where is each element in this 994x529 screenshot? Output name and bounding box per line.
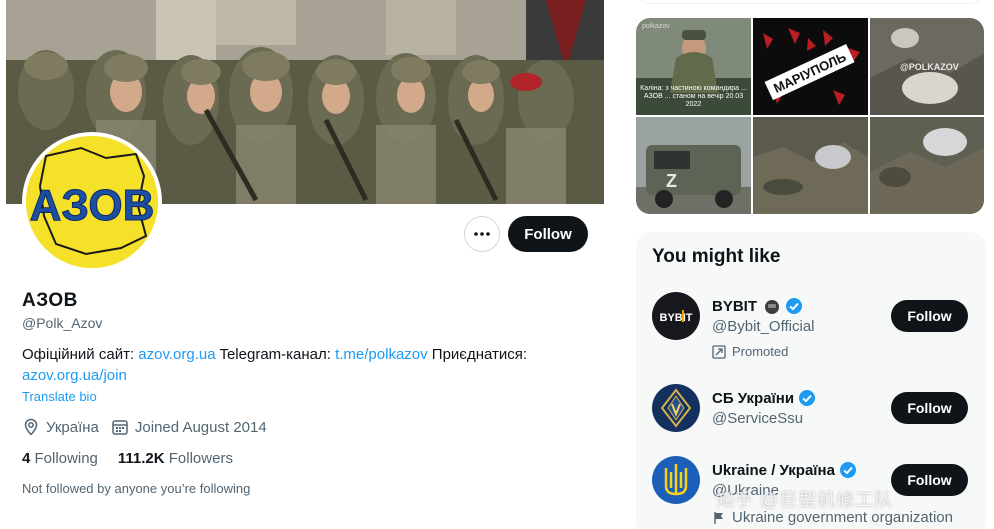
follow-button[interactable]: Follow (508, 216, 588, 252)
follow-counts: 4 Following 111.2K Followers (22, 450, 253, 467)
media-tile-3[interactable]: @POLKAZOV (870, 18, 984, 115)
following-label: Following (30, 450, 98, 467)
suggestion-handle: @ServiceSsu (712, 410, 804, 427)
profile-location: Україна (22, 418, 99, 436)
ukraine-trident-avatar (652, 456, 700, 504)
calendar-icon (112, 420, 128, 435)
verified-badge-icon (839, 462, 856, 478)
verified-badge-icon (799, 390, 816, 406)
suggestion-handle: @Bybit_Official (712, 318, 815, 335)
bio-text-join-label: Приєднатися: (427, 346, 528, 363)
bio-text-telegram-label: Telegram-канал: (215, 346, 336, 363)
mariupol-poster-thumbnail: МАРІУПОЛЬ (753, 18, 868, 115)
suggestion-name[interactable]: Ukraine / Україна (712, 461, 857, 479)
svg-text:Z: Z (666, 171, 677, 191)
profile-handle: @Polk_Azov (22, 315, 103, 331)
bio-link-telegram[interactable]: t.me/polkazov (335, 346, 428, 363)
media-tile-1-caption: Каліна: з частиною командира ... АЗОВ ..… (640, 85, 747, 108)
followers-count: 111.2K (117, 450, 165, 467)
media-tile-5[interactable] (753, 117, 868, 214)
rubble-photo-thumbnail (870, 117, 984, 214)
ruins-photo-thumbnail (753, 117, 868, 214)
suggestion-name[interactable]: BYBIT (712, 297, 803, 315)
azov-logo-avatar: АЗОВ (26, 136, 158, 268)
flag-icon (714, 511, 723, 524)
bio-link-site[interactable]: azov.org.ua (138, 346, 215, 363)
more-options-button[interactable] (464, 216, 500, 252)
media-tile-2[interactable]: МАРІУПОЛЬ (753, 18, 868, 115)
verified-badge-icon (786, 298, 802, 314)
promoted-label: Promoted (712, 344, 788, 359)
promoted-icon (712, 344, 726, 359)
location-pin-icon (24, 418, 38, 436)
profile-panel: АЗОВ Follow АЗОВ @Polk_Azov Офіційний са… (6, 0, 604, 529)
bio-text-site-label: Офіційний сайт: (22, 346, 139, 363)
suggestion-item[interactable]: Ukraine / Україна @Ukraine Ukraine gover… (636, 456, 986, 528)
who-to-follow-panel: You might like BYBIT BYBIT @Bybit_Offici… (636, 232, 986, 529)
media-tile-4[interactable]: Z (636, 117, 751, 214)
media-tile-1-watermark: polkazov (642, 23, 670, 30)
government-label: Ukraine government organization (712, 509, 953, 526)
media-tile-1[interactable]: polkazov Каліна: з частиною командира ..… (636, 18, 751, 115)
translate-bio-link[interactable]: Translate bio (22, 389, 97, 404)
suggestion-follow-button[interactable]: Follow (891, 392, 968, 424)
profile-bio: Офіційний сайт: azov.org.ua Telegram-кан… (22, 344, 582, 386)
suggestion-name[interactable]: СБ України (712, 389, 816, 407)
suggestion-handle: @Ukraine (712, 482, 779, 499)
previous-card-edge (636, 0, 984, 4)
media-tile-3-watermark: @POLKAZOV (900, 62, 959, 72)
profile-display-name: АЗОВ (22, 290, 78, 311)
sbu-emblem-avatar (652, 384, 700, 432)
bybit-avatar: BYBIT (652, 292, 700, 340)
not-followed-notice: Not followed by anyone you’re following (22, 481, 251, 496)
vehicle-photo-thumbnail: Z (636, 117, 751, 214)
profile-joined: Joined August 2014 (111, 418, 267, 436)
bio-link-join[interactable]: azov.org.ua/join (22, 367, 127, 384)
media-gallery: polkazov Каліна: з частиною командира ..… (636, 18, 984, 214)
location-text: Україна (46, 418, 99, 436)
robot-emoji-icon (765, 300, 779, 314)
suggestion-item[interactable]: СБ України @ServiceSsu Follow (636, 384, 986, 456)
svg-text:BYBIT: BYBIT (660, 312, 693, 324)
more-horizontal-icon (474, 232, 490, 236)
profile-avatar[interactable]: АЗОВ (22, 132, 162, 272)
followers-count-link[interactable]: 111.2K Followers (118, 450, 233, 467)
media-tile-6[interactable] (870, 117, 984, 214)
profile-meta: Україна Joined August 2014 (22, 418, 279, 436)
joined-text: Joined August 2014 (134, 418, 267, 436)
who-to-follow-title: You might like (652, 246, 781, 267)
following-count-link[interactable]: 4 Following (22, 450, 98, 467)
suggestion-follow-button[interactable]: Follow (891, 464, 968, 496)
svg-text:АЗОВ: АЗОВ (30, 181, 155, 230)
followers-label: Followers (164, 450, 233, 467)
suggestion-follow-button[interactable]: Follow (891, 300, 968, 332)
suggestion-item[interactable]: BYBIT BYBIT @Bybit_Official Promoted Fol… (636, 292, 986, 364)
